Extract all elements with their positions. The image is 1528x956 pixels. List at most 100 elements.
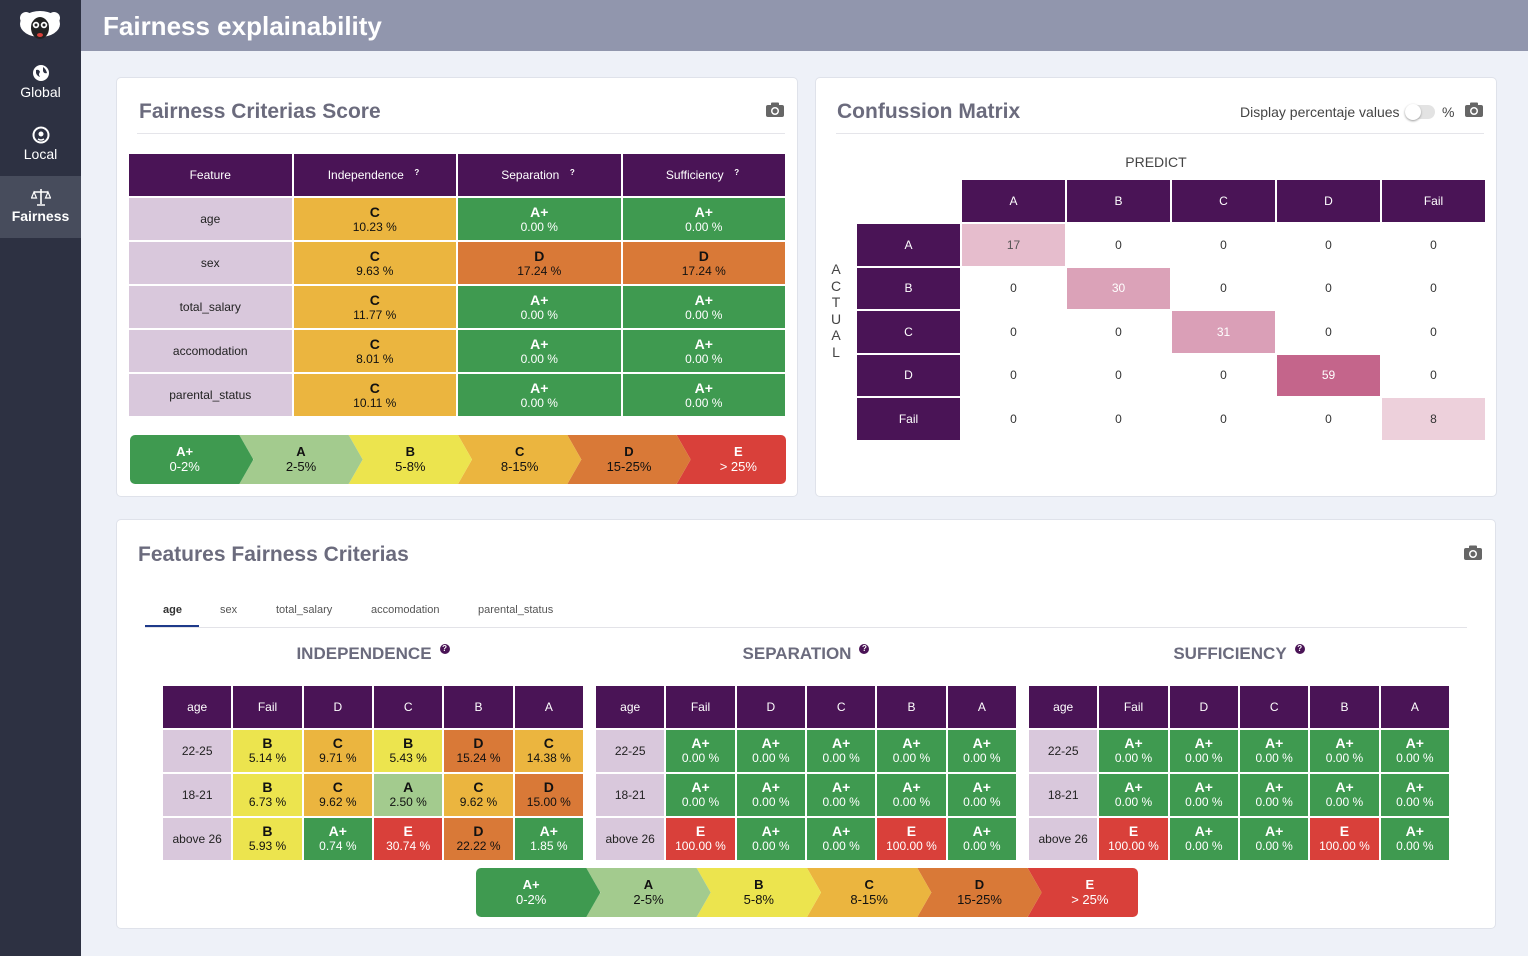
grade-letter: A+ (694, 335, 713, 352)
row-label: 22-25 (163, 730, 232, 772)
matrix-cell: 0 (1115, 368, 1122, 383)
grade-letter: C (369, 203, 380, 220)
camera-icon[interactable] (765, 102, 785, 118)
grade-cell-content: A 2.50 % (374, 774, 442, 816)
grade-cell: B 5.93 % (233, 818, 302, 860)
table-row: above 26 B 5.93 % A+ 0.74 % E 30.74 % D 22.22 % A… (163, 818, 583, 860)
camera-icon[interactable] (1463, 545, 1483, 561)
grade-percent: 11.77 % (353, 307, 397, 322)
grade-cell-content: A+ 0.00 % (737, 730, 805, 772)
camera-icon[interactable] (1464, 102, 1484, 118)
grade-cell: A+ 0.00 % (877, 730, 946, 772)
legend-range: 2-5% (633, 892, 664, 907)
help-icon[interactable]: ? (411, 168, 422, 178)
matrix-cell: 0 (1115, 411, 1122, 426)
column-header: B (1310, 686, 1379, 728)
feature-cell: age (129, 198, 292, 240)
grade-letter: A+ (972, 735, 991, 751)
card-title: Confussion Matrix (837, 100, 1021, 123)
grade-cell: C 11.77 % (293, 286, 456, 328)
row-label: 22-25 (596, 730, 665, 772)
grade-cell: A+ 0.00 % (622, 198, 785, 240)
actual-axis-label: ACTUAL (830, 261, 842, 360)
matrix-cell: 0 (1430, 281, 1437, 296)
grade-cell-content: A+ 0.00 % (1240, 818, 1308, 860)
grade-letter: A+ (694, 203, 713, 220)
grade-letter: A+ (1405, 779, 1424, 795)
grade-letter: C (369, 335, 380, 352)
column-header: Fail (233, 686, 302, 728)
help-icon[interactable]: ? (439, 644, 450, 654)
grade-percent: 0.00 % (685, 351, 723, 366)
legend-grade: B (754, 877, 764, 892)
grade-cell-content: A+ 0.00 % (877, 730, 945, 772)
legend-segment: A+ 0-2% (130, 435, 254, 484)
table-row: 18-21 A+ 0.00 % A+ 0.00 % A+ 0.00 % A+ 0.00 % A+ 0… (1029, 774, 1449, 816)
grade-cell-content: A+ 0.00 % (1381, 774, 1449, 816)
matrix-row: C 0 0 31 0 0 (857, 311, 1485, 353)
grade-letter: A+ (691, 779, 710, 795)
tab-age[interactable]: age (163, 604, 182, 616)
grade-percent: 100.00 % (1108, 839, 1159, 853)
column-header: Sufficiency? (622, 154, 785, 196)
column-header: Separation? (458, 154, 621, 196)
grade-cell: C 9.62 % (444, 774, 513, 816)
grade-cell: A+ 0.00 % (806, 818, 876, 860)
nav-global[interactable]: Global (0, 64, 81, 126)
grade-cell: A+ 0.00 % (1239, 774, 1309, 816)
matrix-cell: 30 (1067, 267, 1170, 309)
legend-range: > 25% (1071, 892, 1109, 907)
grade-cell: A+ 0.74 % (303, 818, 372, 860)
grade-percent: 0.74 % (319, 839, 357, 853)
table-row: sex C 9.63 % D 17.24 % D 17.24 % (129, 242, 785, 284)
card-title: Features Fairness Criterias (138, 543, 409, 566)
column-header: A (1380, 686, 1449, 728)
grade-letter: C (332, 779, 343, 795)
grade-cell: C 14.38 % (514, 730, 583, 772)
grade-letter: A+ (902, 735, 921, 751)
grade-cell: A+ 0.00 % (458, 330, 621, 372)
header-row: age Fail D C B A (163, 686, 583, 728)
matrix-row: D 0 0 0 59 0 (857, 354, 1485, 396)
grade-cell: A+ 0.00 % (806, 730, 876, 772)
grade-letter: A+ (832, 779, 851, 795)
tab-sex[interactable]: sex (220, 604, 237, 616)
help-icon[interactable]: ? (567, 168, 578, 178)
grade-letter: C (369, 247, 380, 264)
help-icon[interactable]: ? (1294, 644, 1305, 654)
nav-fairness[interactable]: Fairness (0, 176, 81, 238)
grade-cell-content: C 9.62 % (444, 774, 512, 816)
column-header: D (736, 686, 805, 728)
matrix-cell: 0 (1325, 324, 1332, 339)
legend-segment: B 5-8% (696, 868, 821, 917)
grade-percent: 0.00 % (1325, 795, 1364, 809)
grade-percent: 15.24 % (456, 751, 501, 765)
tab-accomodation[interactable]: accomodation (371, 604, 440, 616)
grade-letter: A+ (1194, 779, 1213, 795)
grade-percent: 0.00 % (963, 839, 1001, 853)
grade-percent: 0.00 % (1396, 751, 1434, 765)
grade-cell: A+ 0.00 % (622, 286, 785, 328)
grade-cell: A+ 0.00 % (458, 286, 621, 328)
globe-icon (32, 65, 49, 81)
column-header: age (1029, 686, 1098, 728)
grade-letter: A (403, 779, 414, 795)
tab-parental-status[interactable]: parental_status (478, 604, 553, 616)
matrix-cell: 0 (1325, 281, 1332, 296)
legend-grade: A+ (176, 444, 194, 459)
grade-percent: 0.00 % (1255, 751, 1293, 765)
grade-letter: E (695, 823, 706, 839)
grade-percent: 5.14 % (248, 751, 287, 765)
table-row: total_salary C 11.77 % A+ 0.00 % A+ 0.00 % (129, 286, 785, 328)
grade-cell: C 9.62 % (303, 774, 372, 816)
grade-cell: B 5.14 % (233, 730, 302, 772)
legend-segment: B 5-8% (348, 435, 472, 484)
header-row: Feature Independence? Separation? Sufficien… (129, 154, 785, 196)
help-icon[interactable]: ? (731, 168, 742, 178)
predict-header: D (1277, 180, 1380, 222)
tab-total-salary[interactable]: total_salary (276, 604, 332, 616)
help-icon[interactable]: ? (859, 644, 870, 654)
column-header: C (1239, 686, 1309, 728)
percentage-toggle[interactable] (1405, 104, 1435, 120)
matrix-cell: 0 (1010, 281, 1017, 296)
